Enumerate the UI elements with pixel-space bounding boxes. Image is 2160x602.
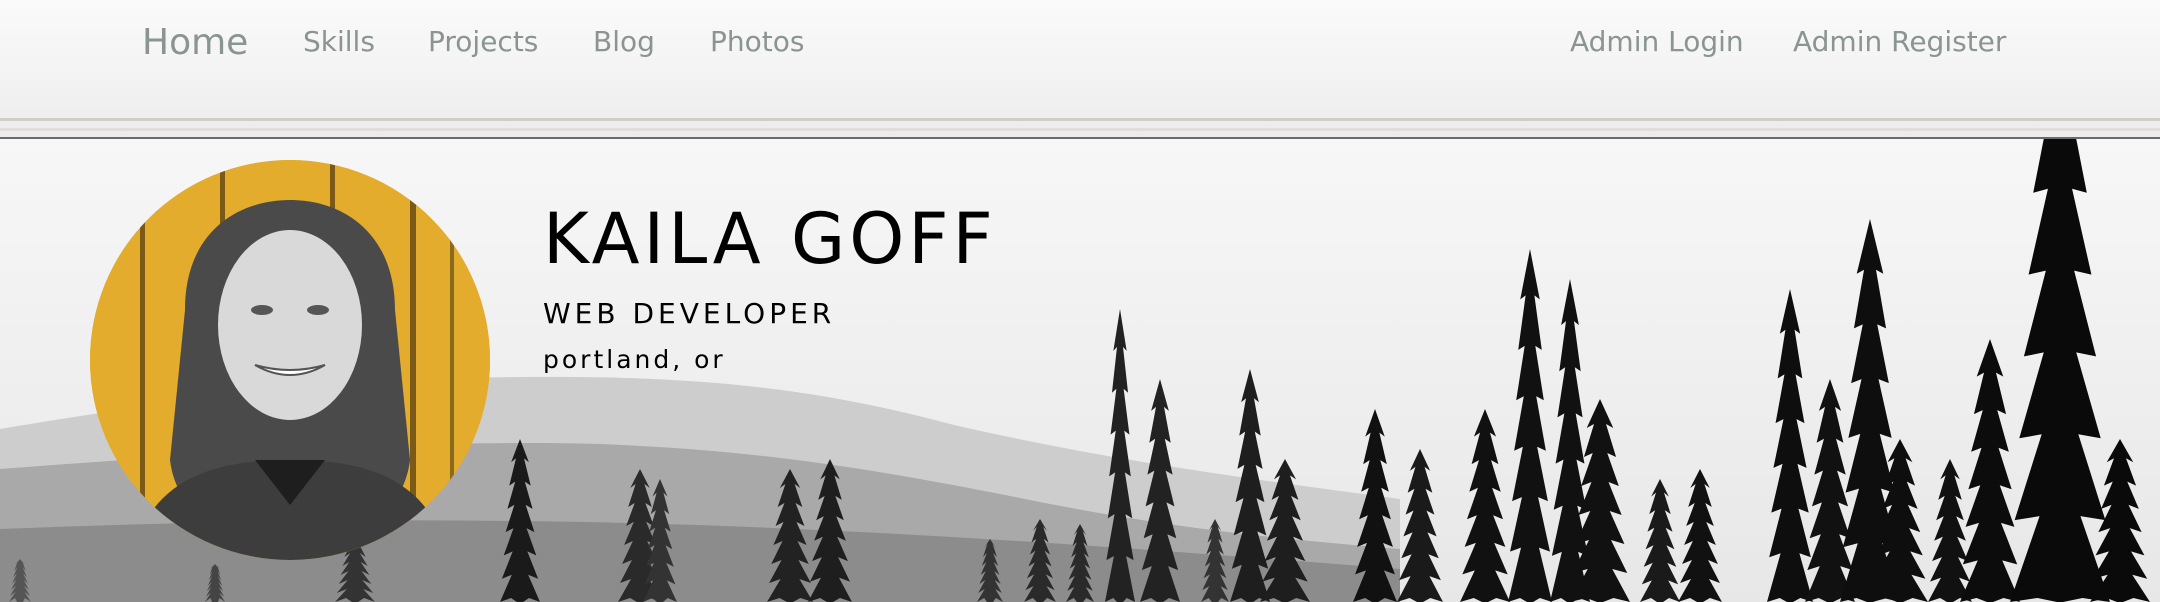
- wood-grain-line: [0, 128, 2160, 131]
- nav-link-admin-login[interactable]: Admin Login: [1570, 25, 1744, 58]
- profile-location: portland, or: [543, 345, 726, 374]
- wood-grain-line: [0, 118, 2160, 121]
- profile-name: KAILA GOFF: [543, 198, 997, 280]
- nav-link-skills[interactable]: Skills: [303, 25, 375, 58]
- nav-link-blog[interactable]: Blog: [593, 25, 655, 58]
- portrait-photo-icon: [90, 160, 490, 560]
- profile-photo: [90, 160, 490, 560]
- nav-link-photos[interactable]: Photos: [710, 25, 804, 58]
- nav-link-admin-register[interactable]: Admin Register: [1793, 25, 2006, 58]
- top-navbar: Home Skills Projects Blog Photos Admin L…: [0, 0, 2160, 139]
- nav-link-projects[interactable]: Projects: [428, 25, 538, 58]
- profile-title: WEB DEVELOPER: [543, 297, 836, 330]
- nav-link-home[interactable]: Home: [142, 22, 248, 63]
